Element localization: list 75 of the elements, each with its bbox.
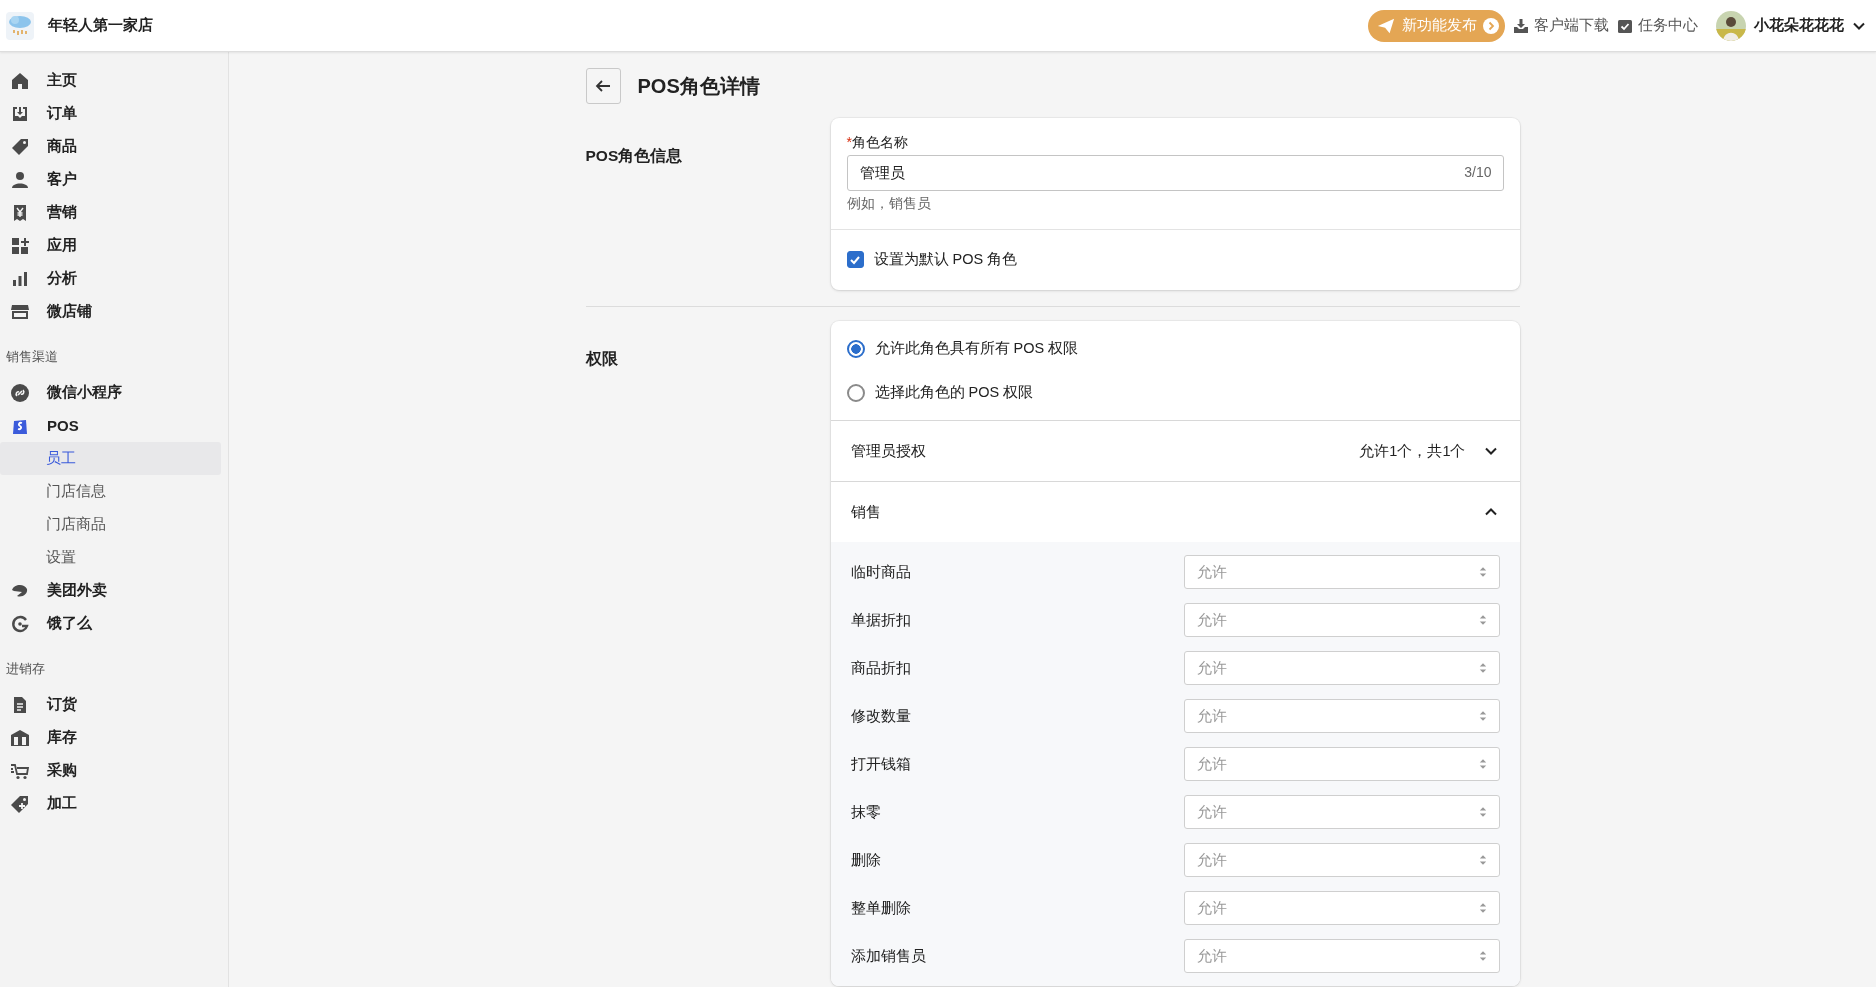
download-tray-icon [1513, 17, 1529, 34]
permission-label: 单据折扣 [850, 610, 911, 630]
permission-label: 临时商品 [850, 562, 911, 582]
permission-summary: 允许1个，共1个 [1359, 441, 1466, 461]
accordion-title: 管理员授权 [850, 441, 926, 461]
store-name: 年轻人第一家店 [48, 16, 153, 35]
nav-item[interactable]: 客户 [0, 163, 221, 196]
link-circle-icon [10, 382, 30, 403]
sort-arrows-icon [1478, 806, 1487, 818]
permission-label: 商品折扣 [850, 658, 911, 678]
accordion-header[interactable]: 管理员授权 允许1个，共1个 [830, 420, 1520, 481]
field-label: 角色名称 [851, 134, 908, 150]
nav-item[interactable]: 微店铺 [0, 295, 221, 328]
permission-label: 删除 [850, 850, 881, 870]
section-title: POS角色信息 [585, 146, 684, 166]
character-counter: 3/10 [1464, 164, 1492, 180]
sort-arrows-icon [1478, 902, 1487, 914]
permission-label: 抹零 [850, 802, 881, 822]
help-text: 例如，销售员 [846, 195, 932, 213]
sort-arrows-icon [1478, 758, 1487, 770]
checkbox[interactable] [846, 251, 864, 268]
nav-item[interactable]: 商品 [0, 130, 221, 163]
nav-item[interactable]: 分析 [0, 262, 221, 295]
radio-button[interactable] [846, 339, 865, 358]
nav-item[interactable]: 订单 [0, 97, 221, 130]
section-title: 权限 [585, 349, 619, 369]
nav-item[interactable]: 库存 [0, 721, 221, 754]
home-icon [10, 70, 30, 91]
nav-item[interactable]: 饿了么 [0, 607, 221, 640]
tag-icon [10, 136, 30, 157]
nav-item[interactable]: 营销 [0, 196, 221, 229]
swirl-icon [10, 613, 30, 634]
sort-arrows-icon [1478, 950, 1487, 962]
nav-item[interactable]: 主页 [0, 64, 221, 97]
nav-item[interactable]: 采购 [0, 754, 221, 787]
download-link[interactable]: 客户端下载 [1513, 16, 1609, 35]
nav-subitem[interactable]: 门店信息 [0, 475, 221, 508]
permission-label: 修改数量 [850, 706, 911, 726]
section-heading: 进销存 [5, 661, 46, 678]
page-title: POS角色详情 [637, 73, 760, 99]
sort-arrows-icon [1478, 614, 1487, 626]
sort-arrows-icon [1478, 662, 1487, 674]
clipboard-check-icon [1617, 17, 1633, 34]
nav-subitem[interactable]: 员工 [0, 442, 221, 475]
sort-arrows-icon [1478, 854, 1487, 866]
required-asterisk: * [846, 134, 852, 150]
permission-label: 打开钱箱 [850, 754, 911, 774]
permission-label: 添加销售员 [850, 946, 926, 966]
apps-icon [10, 235, 30, 256]
nav-item[interactable]: 美团外卖 [0, 574, 221, 607]
nav-item[interactable]: 订货 [0, 688, 221, 721]
sort-arrows-icon [1478, 566, 1487, 578]
back-button[interactable] [585, 68, 621, 104]
sort-arrows-icon [1478, 710, 1487, 722]
accordion-title: 销售 [850, 502, 881, 522]
tag-plus-icon [10, 793, 30, 814]
radio-label: 允许此角色具有所有 POS 权限 [874, 339, 1079, 358]
cloud-rain-logo-icon [6, 11, 34, 40]
chevron-right-circle-icon [1483, 17, 1499, 34]
permission-label: 整单删除 [850, 898, 911, 918]
nav-item[interactable]: 加工 [0, 787, 221, 820]
radio-button[interactable] [846, 383, 865, 402]
user-menu[interactable]: 小花朵花花花 [1716, 10, 1866, 41]
checkbox-label: 设置为默认 POS 角色 [873, 250, 1018, 269]
nav-item[interactable]: 微信小程序 [0, 376, 221, 409]
warehouse-icon [10, 727, 30, 748]
radio-label: 选择此角色的 POS 权限 [874, 383, 1034, 402]
section-heading: 销售渠道 [5, 349, 59, 366]
nav-item[interactable]: POS [0, 409, 221, 442]
nav-subitem[interactable]: 门店商品 [0, 508, 221, 541]
nav-item[interactable]: 应用 [0, 229, 221, 262]
nav-subitem[interactable]: 设置 [0, 541, 221, 574]
task-center-link[interactable]: 任务中心 [1617, 16, 1698, 35]
paper-plane-icon [1376, 16, 1396, 35]
person-icon [10, 169, 30, 190]
